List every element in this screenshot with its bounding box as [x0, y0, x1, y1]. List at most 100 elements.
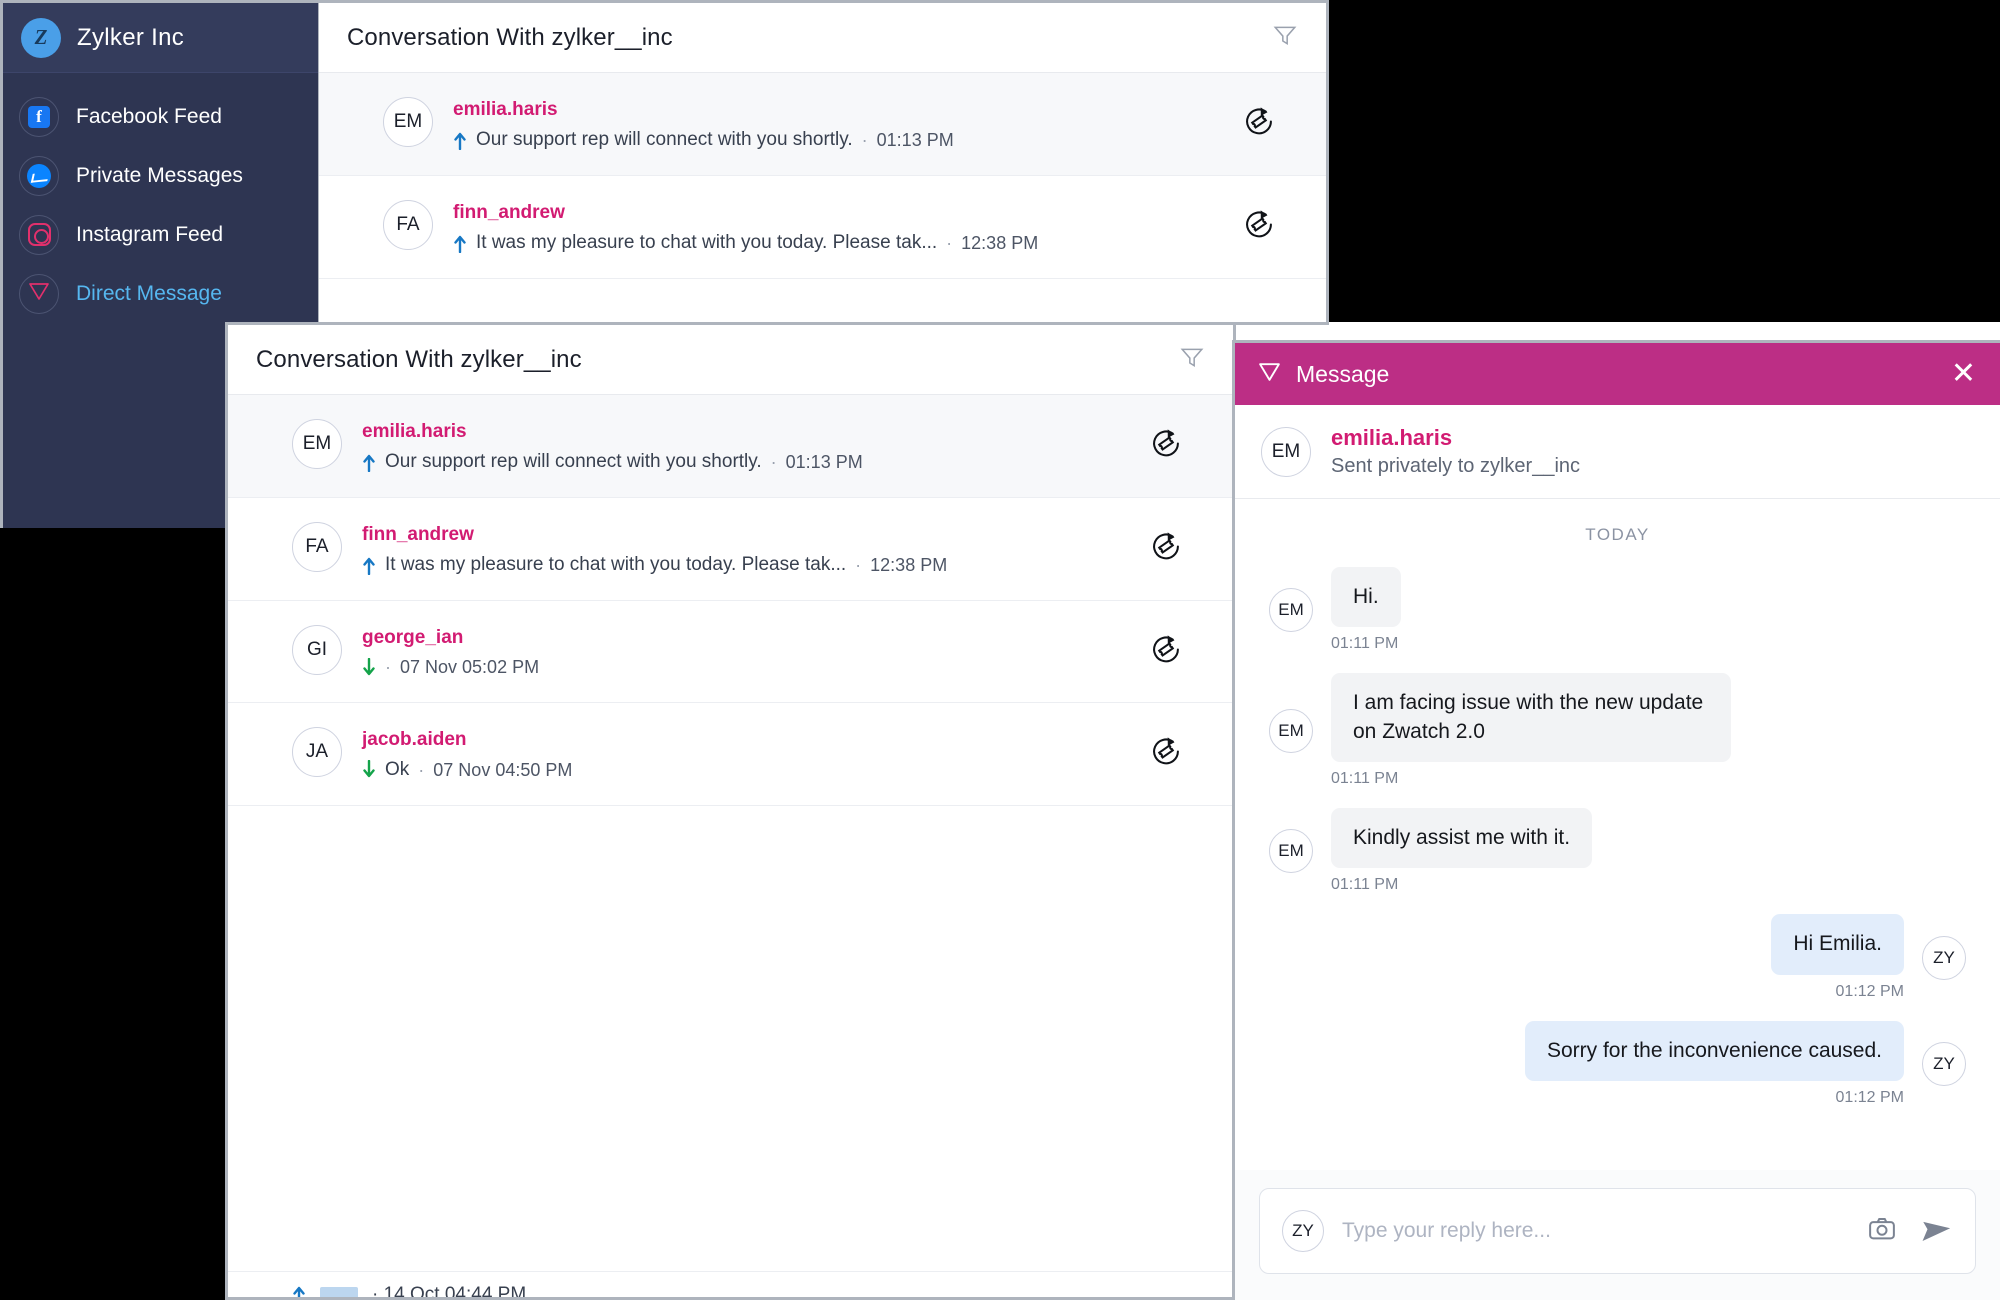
filter-icon[interactable]: [1179, 344, 1205, 375]
reply-input[interactable]: [1342, 1219, 1849, 1243]
conversation-meta: Our support rep will connect with you sh…: [362, 451, 863, 473]
conversation-meta: · 07 Nov 05:02 PM: [362, 657, 539, 678]
avatar: FA: [292, 522, 342, 572]
conversation-meta: It was my pleasure to chat with you toda…: [453, 232, 1038, 254]
conversation-snippet: Our support rep will connect with you sh…: [476, 129, 853, 150]
reopen-ticket-icon[interactable]: [1149, 427, 1183, 466]
page-title-front: Conversation With zylker__inc: [256, 345, 582, 373]
avatar: EM: [1269, 829, 1313, 874]
conversation-row[interactable]: FA finn_andrew It was my pleasure to chat …: [319, 176, 1326, 279]
dm-contact: EM emilia.haris Sent privately to zylker…: [1235, 405, 2000, 499]
dot-separator: ·: [418, 759, 425, 780]
attachment-thumb: [320, 1286, 358, 1297]
chat-message: EM Hi. 01:11 PM: [1269, 567, 1966, 653]
avatar: GI: [292, 625, 342, 675]
reopen-ticket-icon[interactable]: [1242, 208, 1276, 247]
conversation-user[interactable]: emilia.haris: [362, 421, 863, 443]
dot-separator: ·: [770, 451, 777, 472]
chat-bubble-wrap: Hi. 01:11 PM: [1331, 567, 1401, 653]
conversation-row[interactable]: EM emilia.haris Our support rep will conne…: [319, 73, 1326, 176]
chat-message: Sorry for the inconvenience caused. 01:12…: [1269, 1020, 1966, 1107]
page-title: Conversation With zylker__inc: [347, 23, 673, 51]
nav-icon-wrap: [19, 214, 59, 255]
conversation-time: 01:13 PM: [785, 451, 863, 472]
front-panel-header: Conversation With zylker__inc: [228, 325, 1233, 395]
conversation-user[interactable]: jacob.aiden: [362, 729, 572, 751]
day-separator: TODAY: [1585, 525, 1650, 544]
chat-bubble-wrap: Sorry for the inconvenience caused. 01:12…: [1524, 1020, 1904, 1107]
avatar: ZY: [1922, 935, 1966, 980]
chat-timestamp: 01:12 PM: [1835, 1089, 1904, 1107]
direct-message-icon: [27, 279, 51, 308]
sidebar-item-label: Private Messages: [76, 163, 243, 187]
conversation-user[interactable]: finn_andrew: [362, 524, 947, 546]
conversation-row[interactable]: GI george_ian · 07 Nov 05:02 PM: [228, 601, 1233, 703]
dot-separator: ·: [855, 554, 862, 575]
back-panel-rows: EM emilia.haris Our support rep will conne…: [319, 73, 1326, 279]
chat-message: Hi Emilia. 01:12 PM ZY: [1269, 914, 1966, 1000]
nav-icon-wrap: [19, 273, 59, 314]
sidebar-item-facebook-feed[interactable]: f Facebook Feed: [3, 87, 318, 146]
conversation-meta: It was my pleasure to chat with you toda…: [362, 554, 947, 576]
conversation-user[interactable]: finn_andrew: [453, 202, 1038, 224]
conversation-time: 07 Nov 04:50 PM: [433, 759, 573, 780]
avatar: EM: [1261, 426, 1311, 477]
conversation-time: 12:38 PM: [870, 554, 948, 575]
incoming-arrow-icon: [363, 760, 375, 778]
outgoing-arrow-icon: [454, 132, 466, 150]
avatar: FA: [383, 200, 433, 250]
dm-message-list: EM Hi. 01:11 PM EM I am facing issue with th…: [1269, 567, 1966, 1107]
conversation-row[interactable]: FA finn_andrew It was my pleasure to chat …: [228, 498, 1233, 601]
dot-separator: ·: [372, 1283, 379, 1298]
partial-row-meta: · 14 Oct 04:44 PM: [372, 1284, 526, 1298]
avatar: JA: [292, 727, 342, 777]
nav-icon-wrap: [19, 155, 59, 196]
chat-message: EM I am facing issue with the new update …: [1269, 673, 1966, 788]
chat-bubble: Sorry for the inconvenience caused.: [1524, 1020, 1904, 1082]
dot-separator: ·: [861, 129, 868, 150]
reopen-ticket-icon[interactable]: [1149, 735, 1183, 774]
chat-bubble-wrap: Kindly assist me with it. 01:11 PM: [1331, 808, 1593, 894]
sidebar-item-instagram-feed[interactable]: Instagram Feed: [3, 205, 318, 264]
conversation-meta: Ok · 07 Nov 04:50 PM: [362, 759, 572, 781]
conversation-user[interactable]: emilia.haris: [453, 99, 954, 121]
chat-bubble: Hi.: [1331, 567, 1401, 628]
chat-timestamp: 01:11 PM: [1331, 770, 1399, 788]
brand-header[interactable]: Z Zylker Inc: [3, 3, 318, 73]
chat-bubble: I am facing issue with the new update on…: [1331, 673, 1731, 763]
conversation-row-body: emilia.haris Our support rep will connect…: [362, 419, 863, 473]
composer-avatar: ZY: [1282, 1210, 1324, 1252]
conversation-row[interactable]: EM emilia.haris Our support rep will conne…: [228, 395, 1233, 498]
avatar: EM: [1269, 588, 1313, 633]
conversation-row-partial[interactable]: · 14 Oct 04:44 PM: [228, 1271, 1233, 1297]
chat-bubble-wrap: I am facing issue with the new update on…: [1331, 673, 1731, 788]
dm-header-title: Message: [1296, 360, 1390, 387]
camera-icon[interactable]: [1867, 1214, 1897, 1249]
sidebar-item-label: Direct Message: [76, 281, 222, 305]
sidebar-item-direct-message[interactable]: Direct Message: [3, 264, 318, 323]
reopen-ticket-icon[interactable]: [1149, 632, 1183, 671]
desktop-backdrop-left: [0, 528, 225, 1300]
chat-timestamp: 01:11 PM: [1331, 635, 1399, 653]
conversation-row[interactable]: JA jacob.aiden Ok · 07 Nov 04:50 PM: [228, 703, 1233, 806]
avatar: EM: [292, 419, 342, 469]
send-icon[interactable]: [1919, 1212, 1953, 1251]
dm-contact-subtitle: Sent privately to zylker__inc: [1331, 455, 1581, 477]
reopen-ticket-icon[interactable]: [1242, 105, 1276, 144]
direct-message-panel: Message ✕ EM emilia.haris Sent privately…: [1232, 340, 2000, 1300]
composer-box[interactable]: ZY: [1259, 1188, 1976, 1274]
conversation-snippet: Our support rep will connect with you sh…: [385, 451, 762, 472]
close-icon[interactable]: ✕: [1951, 359, 1976, 389]
filter-icon[interactable]: [1272, 22, 1298, 53]
front-panel-rows: EM emilia.haris Our support rep will conne…: [228, 395, 1233, 806]
nav-icon-wrap: f: [19, 96, 59, 137]
dm-contact-name[interactable]: emilia.haris: [1331, 425, 1580, 451]
conversation-panel-front: Conversation With zylker__inc EM emilia.h…: [225, 322, 1236, 1300]
chat-bubble: Hi Emilia.: [1771, 914, 1904, 975]
conversation-row-body: finn_andrew It was my pleasure to chat wi…: [453, 200, 1038, 254]
conversation-user[interactable]: george_ian: [362, 627, 539, 649]
partial-row-time: 14 Oct 04:44 PM: [383, 1283, 527, 1298]
sidebar-item-private-messages[interactable]: Private Messages: [3, 146, 318, 205]
reopen-ticket-icon[interactable]: [1149, 530, 1183, 569]
dot-separator: ·: [946, 232, 953, 253]
